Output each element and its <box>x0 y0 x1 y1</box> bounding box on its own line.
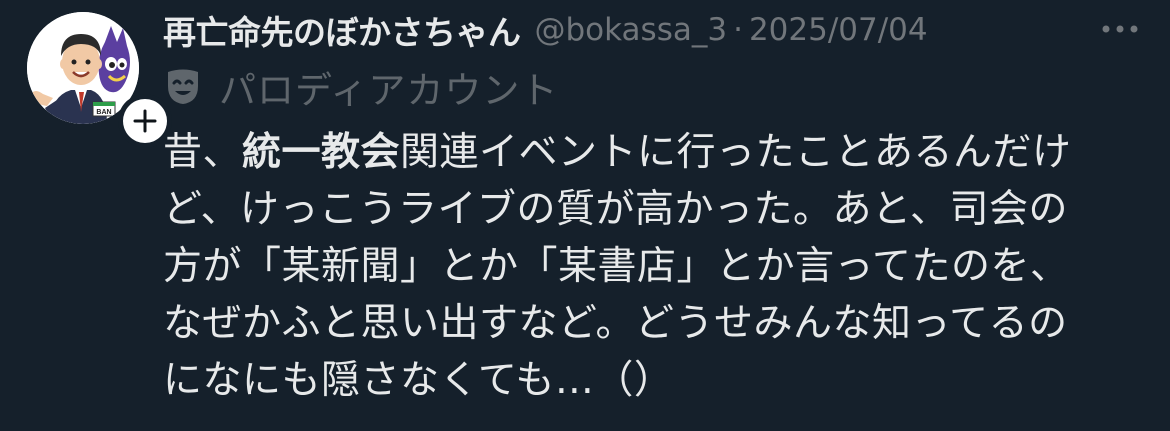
tweet-text: 昔、統一教会関連イベントに行ったことあるんだけ ど、けっこうライブの質が高かった… <box>163 124 1153 409</box>
tweet-date[interactable]: 2025/07/04 <box>749 12 928 48</box>
theater-mask-icon <box>163 67 203 107</box>
tweet: BAN 再亡命先のぼかさちゃん @bokassa_3 · 2025/07/04 <box>0 0 1170 431</box>
tweet-text-line: なぜかふと思い出すなど。どうせみんな知ってるの <box>163 301 1068 346</box>
avatar-badge-text: BAN <box>96 109 111 116</box>
tweet-text-line: 方が「某新聞」とか「某書店」とか言ってたのを、 <box>163 244 1070 289</box>
user-handle[interactable]: @bokassa_3 <box>535 12 728 48</box>
tweet-text-line: 昔、統一教会関連イベントに行ったことあるんだけ <box>163 130 1072 175</box>
more-icon[interactable] <box>1096 14 1144 44</box>
parody-label: パロディアカウント <box>219 69 559 112</box>
plus-icon <box>133 109 157 133</box>
parody-label-row: パロディアカウント <box>163 64 558 112</box>
header-separator: · <box>733 12 743 48</box>
tweet-text-line: になにも隠さなくても…（） <box>163 358 674 403</box>
bold-text: 統一教会 <box>242 130 401 175</box>
avatar-container: BAN <box>27 12 172 148</box>
display-name[interactable]: 再亡命先のぼかさちゃん <box>163 6 521 54</box>
tweet-text-line: ど、けっこうライブの質が高かった。あと、司会の <box>163 187 1068 232</box>
tweet-header: 再亡命先のぼかさちゃん @bokassa_3 · 2025/07/04 <box>163 6 928 54</box>
